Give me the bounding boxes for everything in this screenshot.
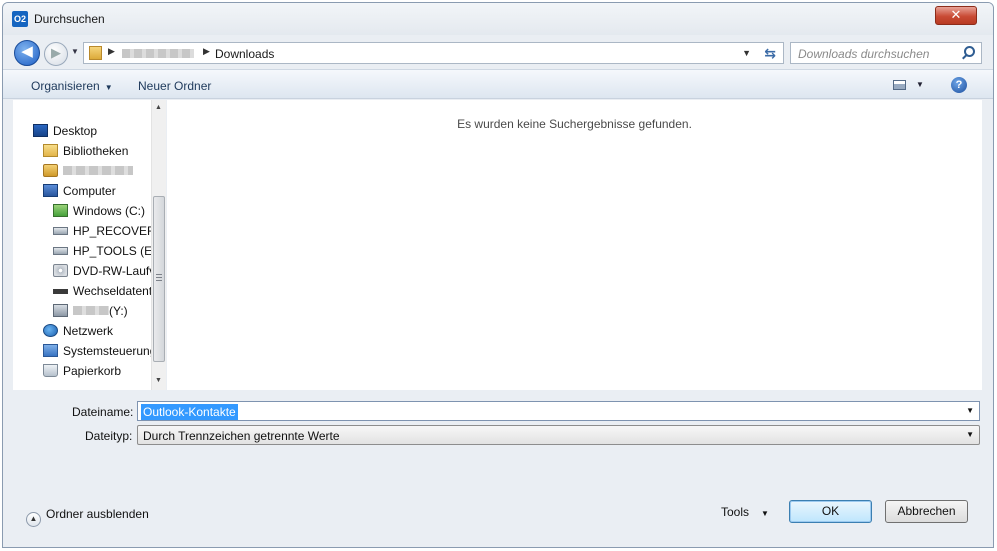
sidebar-item-desktop[interactable]: Desktop bbox=[33, 124, 97, 142]
breadcrumb-chevron-icon[interactable]: ▶ bbox=[203, 46, 210, 57]
ok-button[interactable]: OK bbox=[789, 500, 872, 523]
tools-menu[interactable]: Tools ▼ bbox=[721, 505, 769, 519]
back-button[interactable]: ◀ bbox=[14, 40, 40, 66]
navigation-scrollbar[interactable]: ▲ ▼ bbox=[151, 100, 166, 390]
sidebar-item-hp-tools[interactable]: HP_TOOLS (E:) bbox=[53, 244, 151, 262]
sidebar-item-dvd-drive[interactable]: DVD-RW-Laufv bbox=[53, 264, 151, 282]
computer-icon bbox=[43, 184, 58, 197]
navigation-bar: ◀ ▶ ▼ ▶ ▶ Downloads ▼ ⇆ Downloads durchs… bbox=[3, 37, 993, 67]
window-title: Durchsuchen bbox=[34, 12, 105, 26]
scrollbar-thumb[interactable] bbox=[153, 196, 165, 362]
libraries-icon bbox=[43, 144, 58, 157]
network-drive-icon bbox=[53, 304, 68, 317]
organize-menu[interactable]: Organisieren ▼ bbox=[31, 79, 113, 93]
sidebar-item-control-panel[interactable]: Systemsteuerung bbox=[43, 344, 151, 362]
tools-label: Tools bbox=[721, 505, 750, 519]
address-dropdown-icon[interactable]: ▼ bbox=[742, 48, 751, 58]
network-icon bbox=[43, 324, 58, 337]
sidebar-item-user[interactable] bbox=[43, 164, 133, 182]
cancel-button[interactable]: Abbrechen bbox=[885, 500, 968, 523]
user-folder-icon bbox=[43, 164, 58, 177]
view-options-icon[interactable] bbox=[893, 80, 906, 90]
command-toolbar: Organisieren ▼ Neuer Ordner ▼ ? bbox=[3, 69, 993, 99]
breadcrumb-chevron-icon[interactable]: ▶ bbox=[108, 46, 115, 57]
chevron-down-icon[interactable]: ▼ bbox=[966, 406, 974, 415]
search-icon[interactable] bbox=[964, 46, 975, 57]
filename-label: Dateiname: bbox=[72, 405, 134, 419]
removable-drive-icon bbox=[53, 289, 68, 294]
breadcrumb-downloads[interactable]: Downloads bbox=[215, 47, 274, 61]
sidebar-item-removable-drive[interactable]: Wechseldatent bbox=[53, 284, 151, 302]
sidebar-item-windows-drive[interactable]: Windows (C:) bbox=[53, 204, 153, 222]
desktop-icon bbox=[33, 124, 48, 137]
forward-button[interactable]: ▶ bbox=[44, 42, 68, 66]
sidebar-item-recycle-bin[interactable]: Papierkorb bbox=[43, 364, 121, 382]
user-name-redacted bbox=[63, 166, 133, 175]
hide-folders-label: Ordner ausblenden bbox=[46, 507, 149, 521]
sidebar-item-computer[interactable]: Computer bbox=[43, 184, 116, 202]
sidebar-item-network-drive[interactable]: (Y:) bbox=[53, 304, 151, 322]
browse-dialog: O2 Durchsuchen ✕ ◀ ▶ ▼ ▶ ▶ Downloads ▼ ⇆… bbox=[2, 2, 994, 548]
recycle-bin-icon bbox=[43, 364, 58, 377]
search-input[interactable]: Downloads durchsuchen bbox=[798, 47, 929, 61]
drive-name-redacted bbox=[73, 306, 109, 315]
breadcrumb-user-redacted[interactable] bbox=[122, 49, 194, 58]
view-chevron-down-icon[interactable]: ▼ bbox=[916, 80, 924, 89]
sidebar-item-libraries[interactable]: Bibliotheken bbox=[43, 144, 128, 162]
filetype-select[interactable]: Durch Trennzeichen getrennte Werte ▼ bbox=[137, 425, 980, 445]
filename-value: Outlook-Kontakte bbox=[141, 404, 238, 420]
control-panel-icon bbox=[43, 344, 58, 357]
folder-icon bbox=[89, 46, 102, 60]
chevron-down-icon: ▼ bbox=[761, 509, 769, 518]
chevron-up-icon: ▲ bbox=[26, 512, 41, 527]
chevron-down-icon[interactable]: ▼ bbox=[966, 430, 974, 439]
filename-field[interactable]: Outlook-Kontakte ▼ bbox=[137, 401, 980, 421]
filetype-value: Durch Trennzeichen getrennte Werte bbox=[143, 429, 340, 443]
recent-locations-chevron-icon[interactable]: ▼ bbox=[71, 47, 79, 56]
grip-icon bbox=[156, 274, 162, 281]
navigation-pane: Desktop Bibliotheken Computer Windows (C… bbox=[13, 100, 166, 390]
drive-icon bbox=[53, 227, 68, 235]
refresh-icon[interactable]: ⇆ bbox=[764, 45, 776, 62]
outlook-app-icon: O2 bbox=[12, 11, 28, 27]
scroll-down-icon[interactable]: ▼ bbox=[155, 377, 162, 384]
filetype-label: Dateityp: bbox=[85, 429, 133, 443]
search-box[interactable]: Downloads durchsuchen bbox=[790, 42, 982, 64]
chevron-down-icon: ▼ bbox=[104, 83, 113, 92]
title-bar: O2 Durchsuchen ✕ bbox=[3, 3, 993, 35]
close-button[interactable]: ✕ bbox=[935, 6, 977, 25]
drive-icon bbox=[53, 247, 68, 255]
file-list[interactable]: Es wurden keine Suchergebnisse gefunden. bbox=[167, 100, 982, 390]
help-icon[interactable]: ? bbox=[951, 77, 967, 93]
scroll-up-icon[interactable]: ▲ bbox=[155, 104, 162, 111]
empty-results-message: Es wurden keine Suchergebnisse gefunden. bbox=[457, 117, 692, 131]
organize-label: Organisieren bbox=[31, 79, 100, 93]
dvd-drive-icon bbox=[53, 264, 68, 277]
hide-folders-toggle[interactable]: ▲ Ordner ausblenden bbox=[26, 507, 149, 527]
new-folder-button[interactable]: Neuer Ordner bbox=[138, 79, 211, 93]
sidebar-item-hp-recovery[interactable]: HP_RECOVERY bbox=[53, 224, 151, 242]
sidebar-item-network[interactable]: Netzwerk bbox=[43, 324, 113, 342]
windows-drive-icon bbox=[53, 204, 68, 217]
address-bar[interactable]: ▶ ▶ Downloads ▼ ⇆ bbox=[83, 42, 784, 64]
